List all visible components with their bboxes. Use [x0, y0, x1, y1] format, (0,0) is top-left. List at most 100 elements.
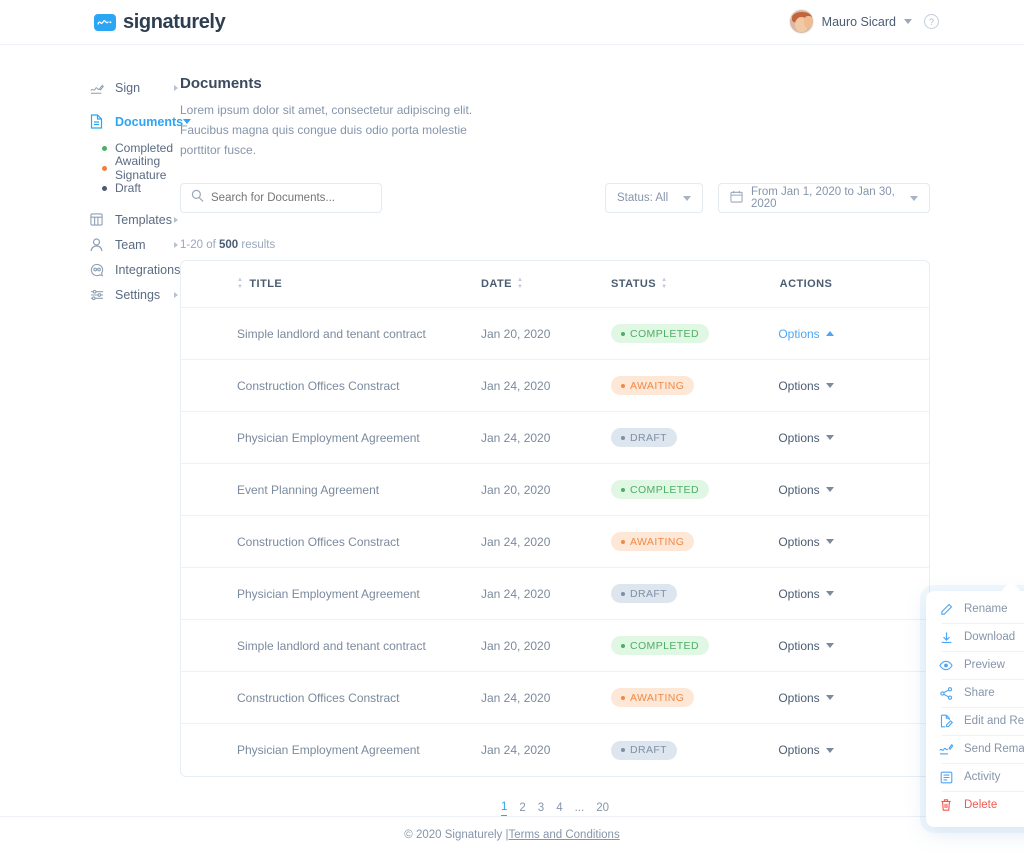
cell-actions: Options [741, 691, 871, 705]
cell-status: DRAFT [611, 584, 741, 604]
result-count: 1-20 of 500 results [180, 239, 930, 251]
sidebar: Sign Documents Completed Awaiting Signat… [0, 75, 192, 816]
sidebar-item-label: Templates [115, 212, 172, 227]
brand-logo[interactable]: signaturely [94, 11, 226, 34]
sort-icon[interactable]: ▲ ▼ [237, 277, 243, 290]
status-dot-icon [621, 487, 625, 492]
sort-icon[interactable]: ▲ ▼ [517, 277, 523, 290]
sidebar-item-awaiting-signature[interactable]: Awaiting Signature [102, 154, 180, 182]
download-arrow-icon [939, 630, 953, 644]
document-date: Jan 20, 2020 [481, 638, 551, 653]
options-button[interactable]: Options [778, 743, 834, 757]
document-title: Physician Employment Agreement [237, 743, 420, 758]
options-button[interactable]: Options [778, 639, 834, 653]
user-menu[interactable]: Mauro Sicard ? [788, 9, 939, 34]
menu-item-rename[interactable]: Rename [926, 595, 1024, 623]
menu-item-download[interactable]: Download [926, 623, 1024, 651]
cell-actions: Options [741, 639, 871, 653]
options-button[interactable]: Options [778, 379, 834, 393]
pagination-page-3[interactable]: 3 [538, 802, 544, 816]
sort-icon[interactable]: ▲ ▼ [661, 277, 667, 290]
status-dot-icon [621, 643, 625, 648]
help-icon[interactable]: ? [924, 14, 939, 29]
status-filter-select[interactable]: Status: All [605, 183, 703, 214]
table-row[interactable]: Construction Offices Constract Jan 24, 20… [181, 360, 929, 413]
status-badge: DRAFT [611, 740, 677, 760]
sidebar-item-documents[interactable]: Documents [90, 109, 192, 134]
options-button[interactable]: Options [778, 327, 834, 341]
search-box[interactable] [180, 183, 382, 214]
cell-status: AWAITING [611, 532, 741, 552]
sidebar-item-label: Settings [115, 287, 161, 302]
cell-title: Construction Offices Constract [181, 691, 481, 705]
sidebar-item-sign[interactable]: Sign [90, 75, 180, 100]
user-icon [90, 237, 108, 252]
document-date: Jan 20, 2020 [481, 482, 551, 497]
column-header-status[interactable]: STATUS ▲ ▼ [611, 277, 741, 290]
table-row[interactable]: Simple landlord and tenant contract Jan 2… [181, 308, 929, 361]
sidebar-item-team[interactable]: Team [90, 232, 180, 257]
status-dot-completed [102, 145, 107, 151]
sidebar-item-settings[interactable]: Settings [90, 282, 180, 307]
cell-date: Jan 20, 2020 [481, 639, 611, 653]
avatar [788, 9, 814, 34]
menu-item-edit-and-resend[interactable]: Edit and Resend [926, 707, 1024, 735]
cell-status: AWAITING [611, 688, 741, 708]
date-range-select[interactable]: From Jan 1, 2020 to Jan 30, 2020 [718, 183, 930, 214]
pagination-page-4[interactable]: 4 [556, 802, 562, 816]
column-header-date[interactable]: DATE ▲ ▼ [481, 277, 611, 290]
column-header-title[interactable]: ▲ ▼ TITLE [181, 277, 481, 290]
search-input[interactable] [211, 192, 371, 205]
result-total: 500 [219, 239, 239, 252]
document-date: Jan 24, 2020 [481, 534, 551, 549]
share-nodes-icon [939, 686, 953, 700]
integrations-icon [90, 263, 108, 277]
cell-title: Physician Employment Agreement [181, 587, 481, 601]
app-header: signaturely Mauro Sicard ? [0, 0, 1024, 45]
cell-title: Physician Employment Agreement [181, 431, 481, 445]
sidebar-item-integrations[interactable]: Integrations [90, 257, 185, 282]
document-date: Jan 24, 2020 [481, 690, 551, 705]
search-icon [191, 189, 204, 207]
chevron-down-icon [825, 487, 834, 493]
document-title: Physician Employment Agreement [237, 430, 420, 445]
chevron-down-icon [825, 591, 834, 597]
activity-list-icon [939, 770, 953, 784]
menu-item-share[interactable]: Share [926, 679, 1024, 707]
options-button[interactable]: Options [778, 431, 834, 445]
menu-item-activity[interactable]: Activity [926, 763, 1024, 791]
menu-item-send-remainder[interactable]: Send Remainder [926, 735, 1024, 763]
sidebar-subitem-label: Draft [115, 181, 142, 195]
edit-document-icon [939, 714, 953, 728]
status-dot-draft [102, 185, 107, 191]
options-button[interactable]: Options [778, 535, 834, 549]
menu-item-delete[interactable]: Delete [926, 791, 1024, 819]
options-button[interactable]: Options [778, 587, 834, 601]
table-row[interactable]: Construction Offices Constract Jan 24, 20… [181, 672, 929, 725]
pagination-page-20[interactable]: 20 [596, 802, 609, 816]
options-button[interactable]: Options [778, 691, 834, 705]
pagination-page-1[interactable]: 1 [500, 801, 508, 817]
terms-and-conditions-link[interactable]: Terms and Conditions [508, 829, 619, 841]
table-row[interactable]: Physician Employment Agreement Jan 24, 20… [181, 724, 929, 776]
trash-icon [939, 798, 953, 812]
table-row[interactable]: Event Planning Agreement Jan 20, 2020 COMP… [181, 464, 929, 517]
cell-date: Jan 24, 2020 [481, 743, 611, 757]
menu-item-preview[interactable]: Preview [926, 651, 1024, 679]
table-row[interactable]: Simple landlord and tenant contract Jan 2… [181, 620, 929, 673]
calendar-icon [730, 190, 743, 206]
result-suffix: results [238, 239, 276, 252]
chevron-down-icon [825, 643, 834, 649]
options-dropdown-menu[interactable]: Rename Download Preview Share Edit and Re sen… [926, 581, 1024, 828]
chevron-down-icon [825, 695, 834, 701]
pagination-page-2[interactable]: 2 [519, 802, 525, 816]
table-row[interactable]: Physician Employment Agreement Jan 24, 20… [181, 412, 929, 465]
sidebar-item-templates[interactable]: Templates [90, 207, 180, 232]
document-date: Jan 24, 2020 [481, 586, 551, 601]
status-badge: COMPLETED [611, 324, 709, 344]
chevron-down-icon[interactable] [904, 19, 912, 24]
options-button[interactable]: Options [778, 483, 834, 497]
table-row[interactable]: Construction Offices Constract Jan 24, 20… [181, 516, 929, 569]
status-badge: AWAITING [611, 688, 695, 708]
table-row[interactable]: Physician Employment Agreement Jan 24, 20… [181, 568, 929, 621]
